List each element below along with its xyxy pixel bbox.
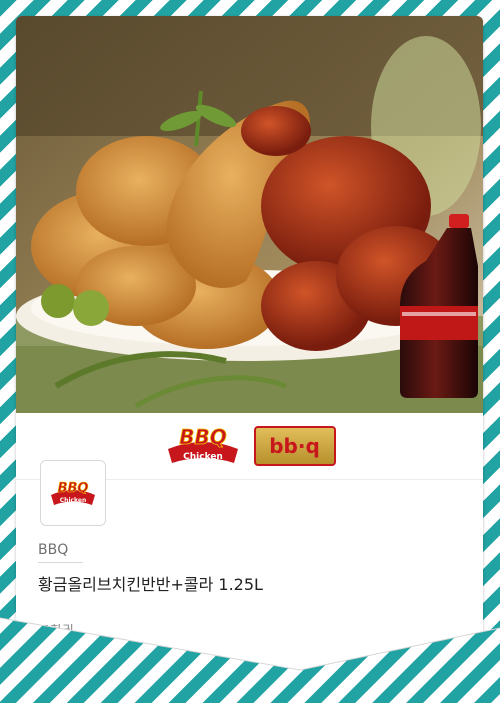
bbq-gold-logo-text: bb·q [269, 434, 320, 458]
product-image [16, 16, 483, 413]
bbq-chicken-logo-icon: BBQ Chicken [167, 425, 238, 463]
product-name: 황금올리브치킨반반+콜라 1.25L [38, 575, 263, 594]
bbq-logo-subtext: Chicken [183, 452, 223, 462]
gift-card: BBQ Chicken bb·q BBQ Chicken BBQ 황금올리브치킨… [16, 16, 483, 676]
fried-chicken-photo [16, 16, 483, 413]
bbq-small-logo-icon: BBQ Chicken [51, 481, 95, 505]
bbq-logo-text: BBQ [179, 425, 227, 449]
bbq-small-logo-text: BBQ [58, 481, 89, 496]
bbq-gold-logo-icon: bb·q [253, 426, 336, 466]
brand-name: BBQ [38, 542, 69, 558]
voucher-label: 교환권 [38, 624, 74, 639]
divider [38, 562, 83, 563]
bbq-small-logo-subtext: Chicken [60, 497, 86, 504]
brand-avatar: BBQ Chicken [40, 460, 106, 526]
